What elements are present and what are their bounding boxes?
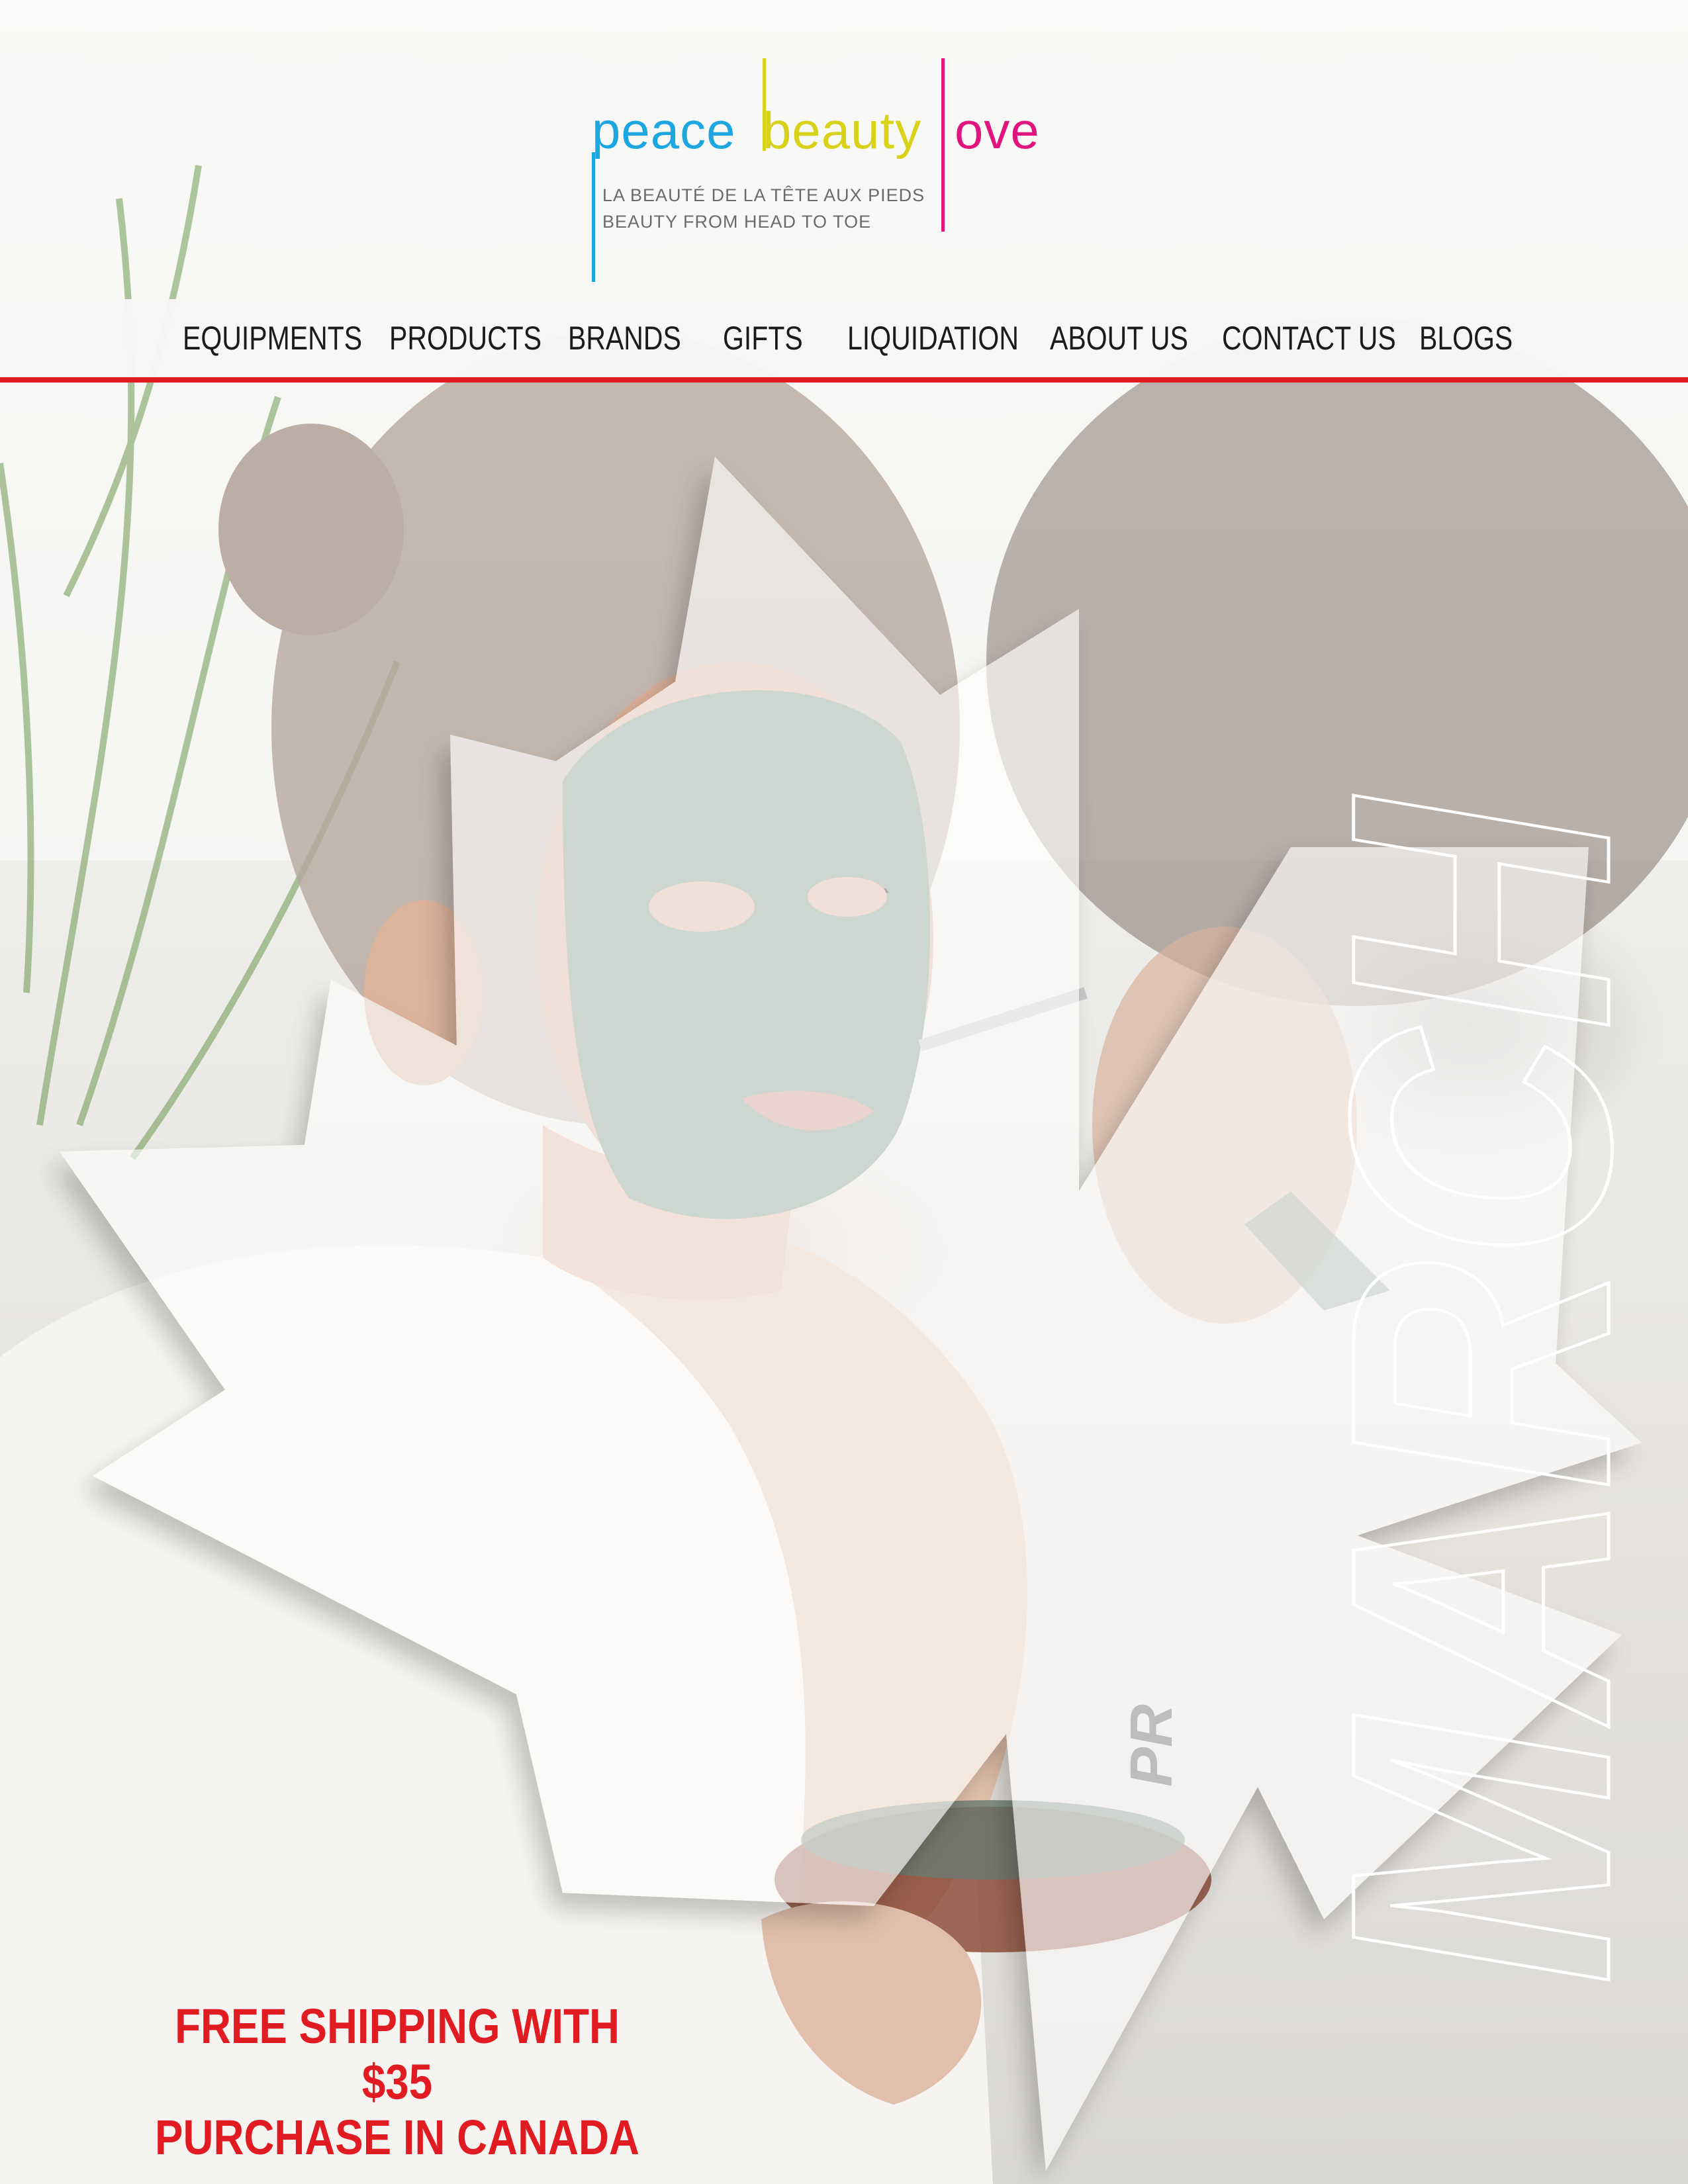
main-nav: EQUIPMENTS PRODUCTS BRANDS GIFTS LIQUIDA… — [0, 299, 1688, 383]
nav-item-about-us[interactable]: ABOUT US — [1050, 319, 1188, 357]
brand-logo[interactable]: peace beauty ove LA BEAUTÉ DE LA TÊTE AU… — [583, 53, 1125, 282]
nav-item-gifts[interactable]: GIFTS — [723, 319, 803, 357]
logo-word-peace: peace — [592, 101, 736, 159]
nav-item-equipments[interactable]: EQUIPMENTS — [183, 319, 362, 357]
promo-line-2: PURCHASE IN CANADA — [155, 2110, 639, 2165]
prefix-text-group: PR — [1119, 1704, 1185, 1787]
nav-item-brands[interactable]: BRANDS — [568, 319, 681, 357]
promo-line-1: FREE SHIPPING WITH $35 — [175, 1999, 620, 2109]
nav-item-contact-us[interactable]: CONTACT US — [1222, 319, 1396, 357]
logo-word-love: ove — [955, 101, 1040, 159]
nav-item-blogs[interactable]: BLOGS — [1419, 319, 1513, 357]
logo-tagline-fr: LA BEAUTÉ DE LA TÊTE AUX PIEDS — [602, 185, 925, 205]
logo-tagline-en: BEAUTY FROM HEAD TO TOE — [602, 212, 872, 232]
prefix-text: PR — [1119, 1704, 1185, 1787]
logo-bar-blue — [592, 152, 595, 282]
logo-bar-pink — [941, 58, 945, 232]
nav-item-products[interactable]: PRODUCTS — [389, 319, 541, 357]
month-outline-text: MARCH — [1272, 790, 1688, 1987]
logo-word-beauty: beauty — [763, 101, 922, 159]
nav-item-liquidation[interactable]: LIQUIDATION — [847, 319, 1019, 357]
month-text: MARCH — [1273, 792, 1687, 1985]
flyer-page: MARCH PR peace beauty ove LA BEAUTÉ DE L… — [0, 0, 1688, 2184]
free-shipping-promo: FREE SHIPPING WITH $35 PURCHASE IN CANAD… — [152, 1999, 642, 2165]
